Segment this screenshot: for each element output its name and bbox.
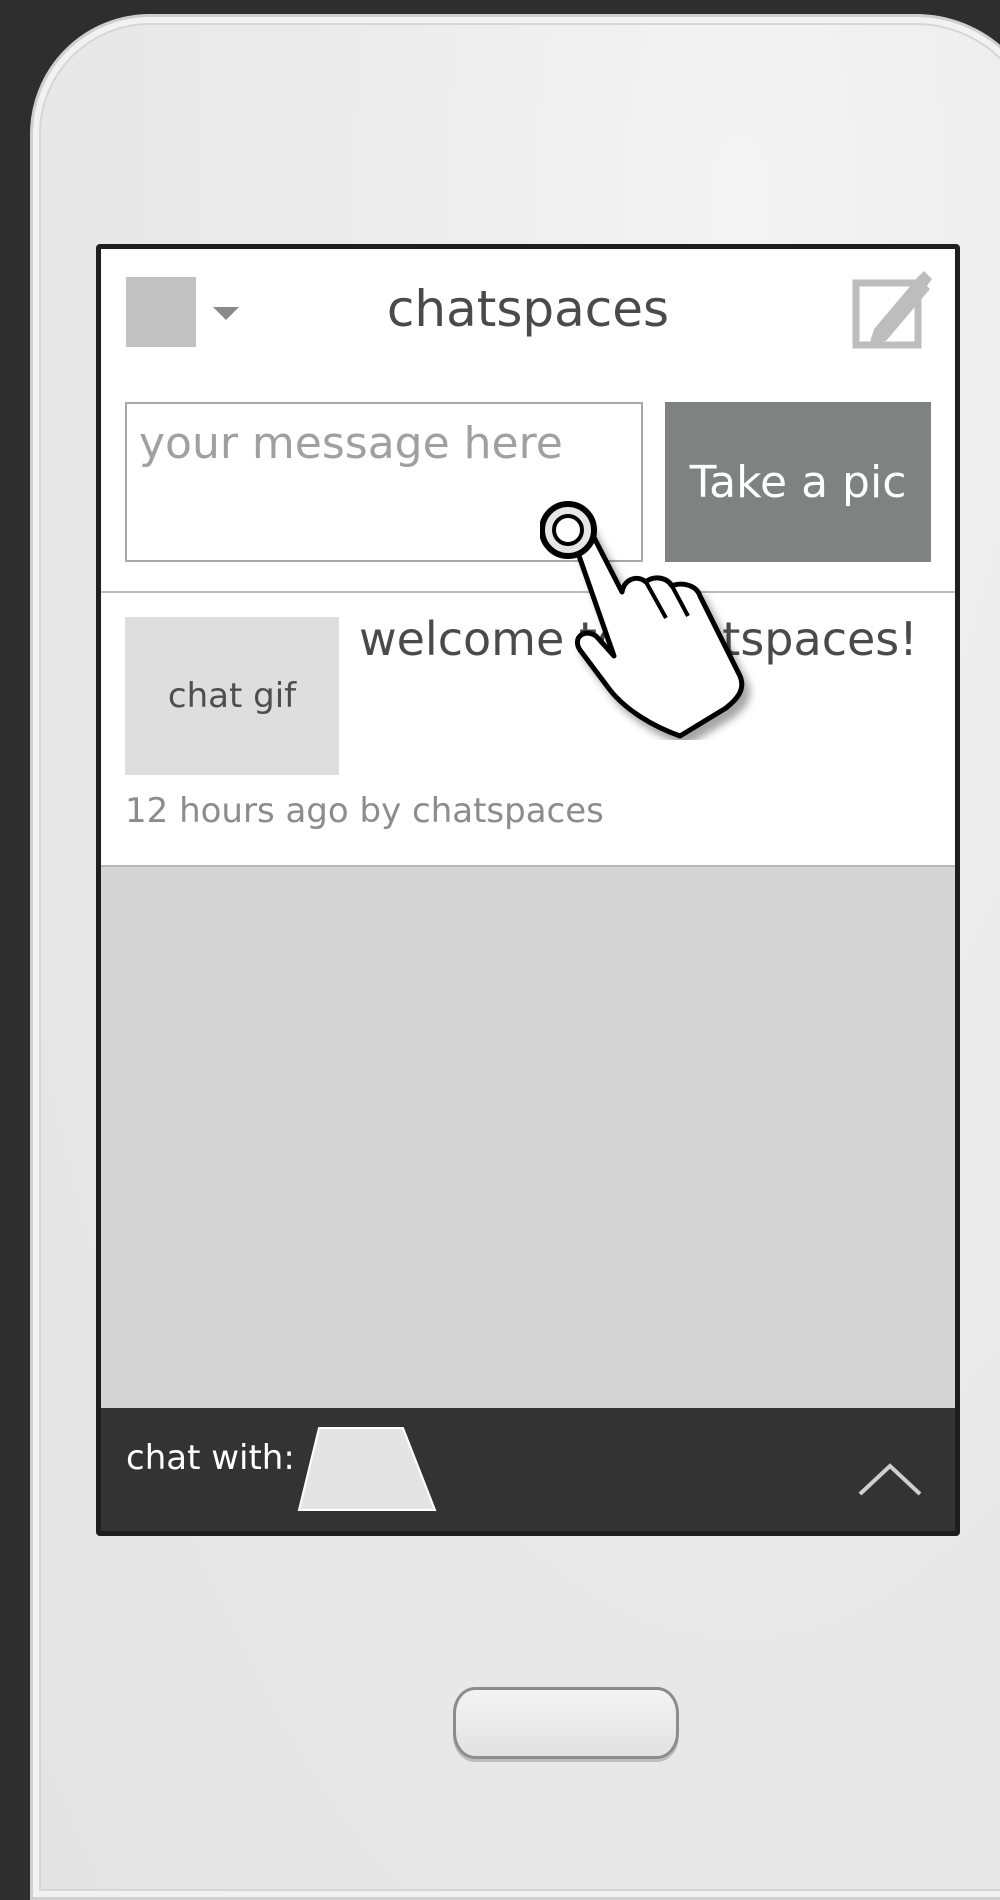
chat-with-label: chat with:: [126, 1438, 295, 1478]
app-title: chatspaces: [386, 280, 670, 338]
message-composer: Take a pic: [101, 375, 955, 593]
hand-pointer-icon: [540, 501, 745, 739]
home-button[interactable]: [453, 1687, 679, 1759]
chat-with-bar: chat with:: [101, 1408, 955, 1531]
chat-gif-thumbnail[interactable]: chat gif: [125, 617, 339, 775]
compose-icon[interactable]: [852, 269, 932, 349]
app-screen: chatspaces Take a pic chat gif welcome t…: [96, 244, 960, 1536]
app-header: chatspaces: [101, 249, 955, 377]
post-meta: 12 hours ago by chatspaces: [125, 791, 604, 831]
list-item[interactable]: chat gif welcome to chatspaces! 12 hours…: [101, 593, 955, 867]
chat-partner-avatar[interactable]: [297, 1426, 437, 1512]
chevron-up-icon[interactable]: [858, 1458, 922, 1498]
